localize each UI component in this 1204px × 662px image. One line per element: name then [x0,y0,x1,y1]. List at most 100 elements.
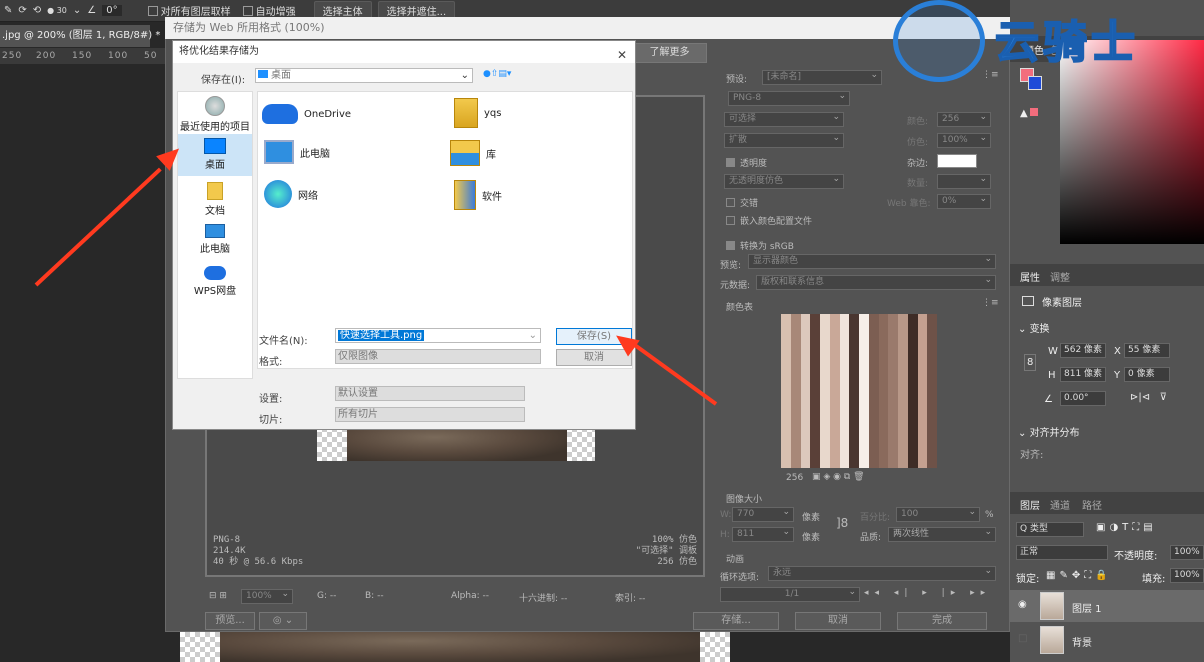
place-this-pc[interactable]: 此电脑 [178,224,252,255]
color-swatch[interactable] [810,410,820,420]
filename-input[interactable]: 快速选择工具.png ⌄ [335,328,541,343]
zoom-buttons[interactable]: ⊟ ⊞ [209,591,227,601]
learn-more-button[interactable]: 了解更多 [632,43,707,63]
color-swatch[interactable] [907,410,918,420]
color-swatch[interactable] [859,333,869,343]
color-swatch[interactable] [839,410,850,420]
color-swatch[interactable] [820,362,830,372]
color-swatch[interactable] [878,381,889,391]
color-swatch[interactable] [917,458,928,468]
color-swatch[interactable] [859,371,869,382]
color-swatch[interactable] [849,400,859,411]
color-swatch[interactable] [781,333,791,343]
color-swatch[interactable] [888,448,898,459]
color-swatch[interactable] [781,419,791,430]
color-swatch[interactable] [810,333,820,343]
color-swatch[interactable] [781,371,791,382]
color-swatch[interactable] [927,391,937,401]
color-swatch[interactable] [810,439,820,449]
color-swatch[interactable] [849,323,859,334]
color-swatch[interactable] [907,400,918,411]
color-swatch[interactable] [859,400,869,411]
color-swatch[interactable] [868,342,879,353]
color-swatch[interactable] [868,429,879,440]
color-swatch[interactable] [868,381,879,391]
color-swatch[interactable] [859,352,869,363]
color-swatch[interactable] [820,400,830,411]
color-swatch[interactable] [800,314,811,324]
color-swatch[interactable] [829,323,840,334]
color-swatch[interactable] [849,352,859,363]
color-swatch[interactable] [868,448,879,459]
convert-srgb-checkbox[interactable]: 转换为 sRGB [726,239,794,252]
color-swatch[interactable] [868,362,879,372]
color-swatch[interactable] [849,391,859,401]
color-swatch[interactable] [907,381,918,391]
color-swatch[interactable] [790,391,801,401]
color-swatch[interactable] [859,391,869,401]
height-input[interactable]: 811 像素 [1060,367,1106,382]
cancel-web-button[interactable]: 取消 [795,612,881,630]
color-swatch[interactable] [839,458,850,468]
color-swatch[interactable] [839,342,850,353]
color-swatch[interactable] [849,458,859,468]
color-swatch[interactable] [878,419,889,430]
color-swatch[interactable] [810,352,820,363]
color-swatch[interactable] [829,391,840,401]
color-swatch[interactable] [829,371,840,382]
color-swatch[interactable] [790,381,801,391]
color-swatch[interactable] [888,410,898,420]
color-swatch[interactable] [820,429,830,440]
color-swatch[interactable] [859,381,869,391]
color-swatch[interactable] [829,342,840,353]
color-swatch[interactable] [800,400,811,411]
color-swatch[interactable] [927,400,937,411]
color-swatch[interactable] [810,429,820,440]
color-swatch[interactable] [927,323,937,334]
color-swatch[interactable] [898,458,908,468]
embed-profile-checkbox[interactable]: 嵌入颜色配置文件 [726,214,812,227]
color-swatch[interactable] [927,314,937,324]
color-swatch[interactable] [790,439,801,449]
save-web-button[interactable]: 存储... [693,612,779,630]
color-swatch[interactable] [839,314,850,324]
color-swatch[interactable] [898,333,908,343]
color-swatch[interactable] [800,391,811,401]
layer-kind-filter[interactable]: Q 类型 [1016,522,1084,537]
color-swatch[interactable] [829,429,840,440]
color-swatch[interactable] [790,419,801,430]
color-swatch[interactable] [898,314,908,324]
color-swatch[interactable] [888,323,898,334]
color-swatch[interactable] [849,419,859,430]
dither-algorithm-select[interactable]: 扩散 [724,132,844,148]
color-swatch[interactable] [829,314,840,324]
color-swatch[interactable] [927,448,937,459]
brush-icon[interactable]: ✎ [4,5,12,16]
nav-toolbar-icons[interactable]: ●⇧▤▾ [483,69,511,79]
color-swatch[interactable] [917,362,928,372]
color-swatch[interactable] [878,333,889,343]
color-swatch[interactable] [917,352,928,363]
color-swatch[interactable] [810,323,820,334]
close-icon[interactable]: ✕ [617,44,627,66]
color-swatch[interactable] [839,381,850,391]
color-picker-field[interactable] [1060,40,1204,244]
color-swatch[interactable] [800,323,811,334]
color-swatch[interactable] [917,314,928,324]
color-swatch[interactable] [888,333,898,343]
color-swatch[interactable] [927,458,937,468]
color-swatch[interactable] [810,419,820,430]
color-swatch[interactable] [898,410,908,420]
color-swatch[interactable] [859,439,869,449]
color-swatch[interactable] [849,410,859,420]
color-swatch[interactable] [820,439,830,449]
color-swatch[interactable] [829,439,840,449]
color-swatch[interactable] [781,439,791,449]
angle-input[interactable]: 0.00° [1060,391,1106,406]
color-swatch[interactable] [907,391,918,401]
color-swatch[interactable] [868,391,879,401]
color-swatch[interactable] [888,439,898,449]
color-swatch[interactable] [829,448,840,459]
color-swatch[interactable] [800,429,811,440]
color-swatch[interactable] [907,448,918,459]
